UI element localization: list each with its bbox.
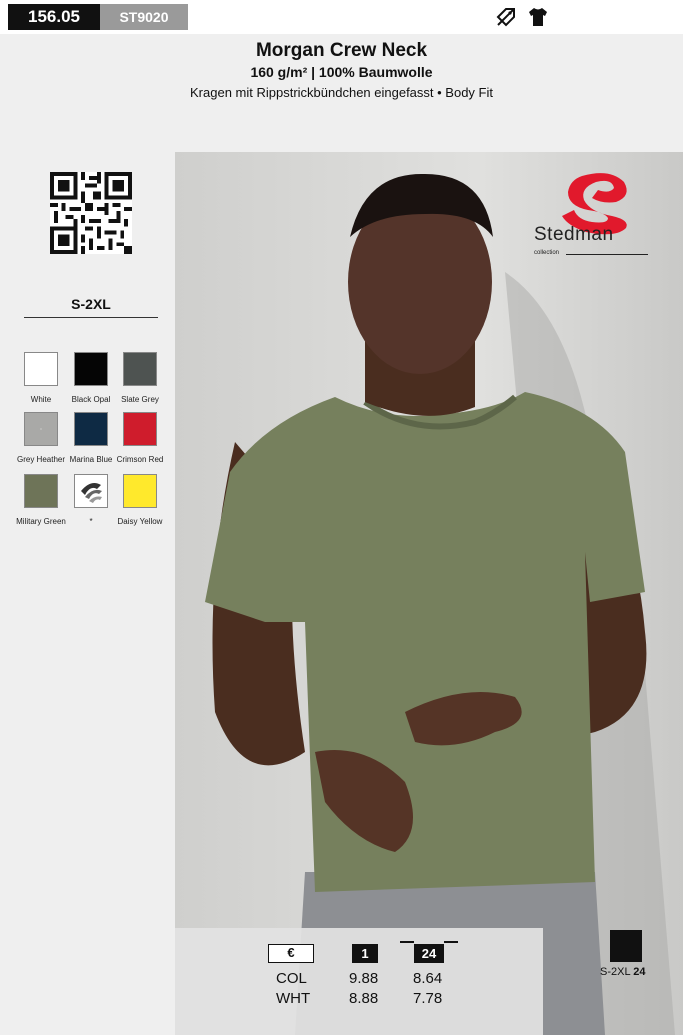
qty-bracket-left xyxy=(400,941,414,943)
product-heading: Morgan Crew Neck 160 g/m² | 100% Baumwol… xyxy=(0,34,683,152)
page-number: 156.05 xyxy=(8,4,100,30)
color-label: Crimson Red xyxy=(116,455,164,464)
color-swatch-crimson-red[interactable] xyxy=(123,412,157,446)
color-swatch-marina-blue[interactable] xyxy=(74,412,108,446)
product-photo xyxy=(175,152,683,1035)
brand-rule xyxy=(566,254,648,255)
pattern-icon xyxy=(81,483,102,503)
price-col-24: 8.64 xyxy=(413,970,443,987)
qty-bracket-right xyxy=(444,941,458,943)
color-swatch-grey-heather[interactable] xyxy=(24,412,58,446)
color-swatch-white[interactable] xyxy=(24,352,58,386)
carton-count: 24 xyxy=(633,966,646,978)
color-swatch-special[interactable] xyxy=(74,474,108,508)
qty-header-24: 24 xyxy=(414,944,444,963)
product-description: Kragen mit Rippstrickbündchen eingefasst… xyxy=(190,85,493,100)
no-label-icon xyxy=(495,6,517,28)
carton-icon xyxy=(610,930,642,962)
header-bar: 156.05 ST9020 xyxy=(0,0,683,34)
brand-sub: collection xyxy=(534,250,560,256)
color-swatch-military-green[interactable] xyxy=(24,474,58,508)
color-label: Slate Grey xyxy=(121,395,159,404)
tshirt-icon xyxy=(527,6,549,28)
left-sidebar: S-2XL White Black Opal Slate Grey Grey H… xyxy=(0,152,175,1035)
article-number: ST9020 xyxy=(100,4,188,30)
price-wht-1: 8.88 xyxy=(349,990,379,1007)
qty-header-1: 1 xyxy=(352,944,378,963)
carton-sizes: S-2XL xyxy=(600,966,631,978)
price-col-1: 9.88 xyxy=(349,970,379,987)
currency-label: € xyxy=(268,944,314,963)
color-swatch-slate-grey[interactable] xyxy=(123,352,157,386)
carton-info: S-2XL 24 xyxy=(600,966,645,978)
feature-icons xyxy=(495,6,549,28)
row-label-wht: WHT xyxy=(276,990,311,1007)
product-title: Morgan Crew Neck xyxy=(255,40,428,61)
product-subtitle: 160 g/m² | 100% Baumwolle xyxy=(250,64,433,80)
qr-code[interactable] xyxy=(50,172,132,254)
color-swatch-black-opal[interactable] xyxy=(74,352,108,386)
row-label-col: COL xyxy=(276,970,307,987)
size-range: S-2XL xyxy=(24,296,158,318)
color-swatch-daisy-yellow[interactable] xyxy=(123,474,157,508)
brand-name: Stedman xyxy=(534,224,614,245)
price-wht-24: 7.78 xyxy=(413,990,443,1007)
color-label: Daisy Yellow xyxy=(117,517,163,526)
